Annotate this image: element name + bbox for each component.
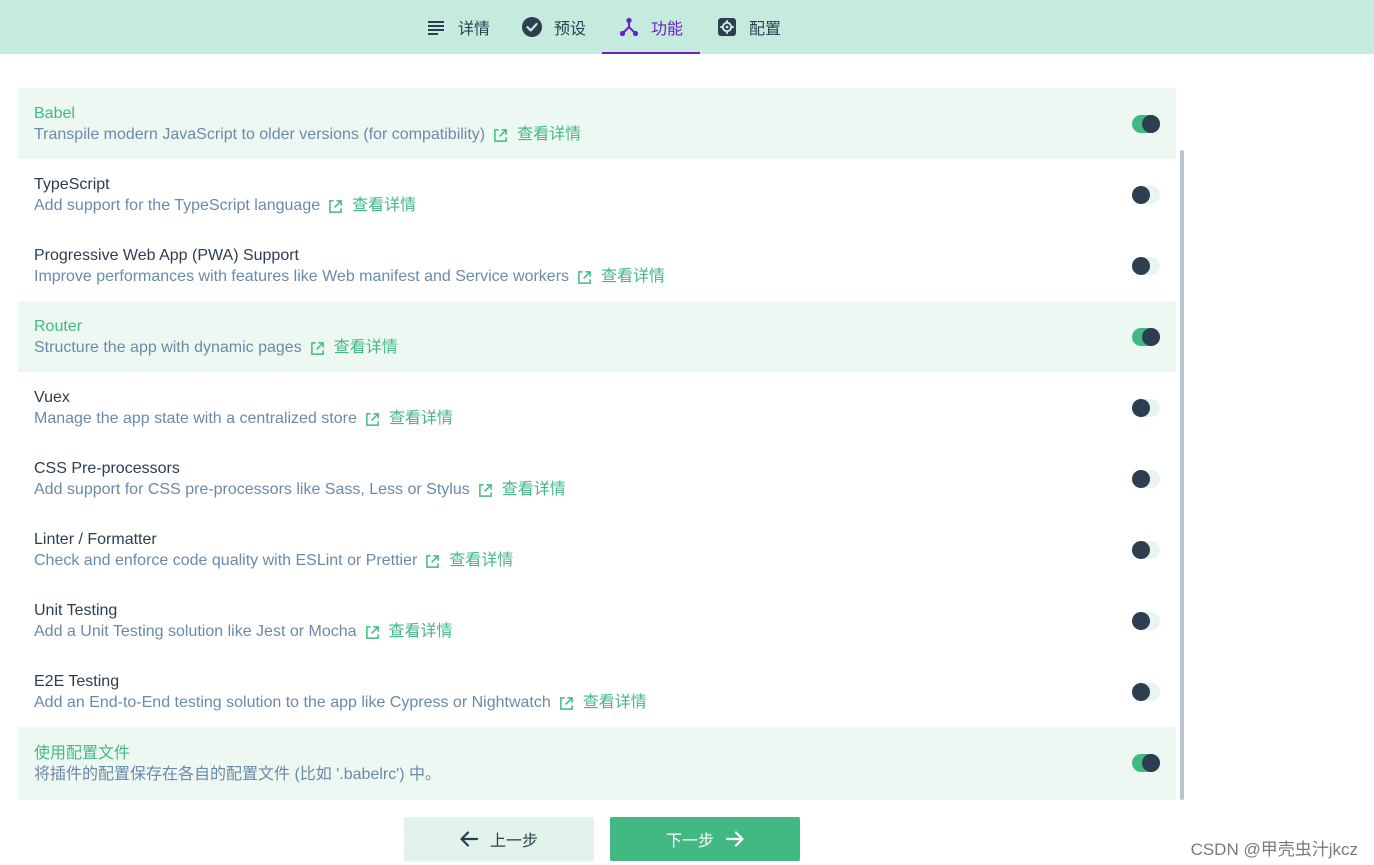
more-info-label: 查看详情: [333, 339, 398, 356]
fork-icon: [619, 17, 639, 37]
feature-toggle[interactable]: [1132, 115, 1160, 133]
feature-name: Router: [34, 318, 83, 335]
feature-name: TypeScript: [34, 176, 110, 193]
scrollbar[interactable]: [1180, 150, 1184, 800]
feature-name: Progressive Web App (PWA) Support: [34, 247, 299, 264]
previous-step-label: 上一步: [489, 833, 538, 850]
more-info-label: 查看详情: [388, 410, 453, 427]
tab-label: 配置: [748, 21, 781, 38]
more-info-label: 查看详情: [601, 268, 666, 285]
feature-name: Linter / Formatter: [34, 531, 157, 548]
tab-config[interactable]: 配置: [700, 0, 798, 54]
feature-name: Babel: [34, 105, 75, 122]
more-info-link[interactable]: 查看详情: [365, 409, 453, 429]
tab-label: 功能: [650, 21, 683, 38]
feature-item-vuex[interactable]: Vuex Manage the app state with a central…: [18, 372, 1176, 443]
feature-toggle[interactable]: [1132, 612, 1160, 630]
feature-name: E2E Testing: [34, 673, 120, 690]
config-file-toggle[interactable]: [1132, 754, 1160, 772]
external-link-icon: [329, 199, 342, 213]
toggle-knob: [1132, 399, 1150, 417]
next-step-label: 下一步: [665, 833, 714, 850]
feature-toggle[interactable]: [1132, 683, 1160, 701]
feature-item-css-preprocessors[interactable]: CSS Pre-processors Add support for CSS p…: [18, 443, 1176, 514]
watermark: CSDN @甲壳虫汁jkcz: [1190, 840, 1358, 859]
feature-list: Babel Transpile modern JavaScript to old…: [18, 88, 1176, 800]
feature-name: Unit Testing: [34, 602, 118, 619]
external-link-icon: [426, 554, 440, 568]
toggle-knob: [1142, 328, 1160, 346]
arrow-left-icon: [460, 831, 478, 847]
external-link-icon: [365, 625, 379, 639]
toggle-knob: [1132, 470, 1150, 488]
external-link-icon: [365, 412, 379, 426]
feature-toggle[interactable]: [1132, 328, 1160, 346]
more-info-label: 查看详情: [501, 481, 566, 498]
next-step-button[interactable]: 下一步: [610, 817, 800, 861]
check-circle-icon: [521, 17, 542, 37]
feature-item-typescript[interactable]: TypeScript Add support for the TypeScrip…: [18, 159, 1176, 230]
more-info-link[interactable]: 查看详情: [577, 267, 665, 287]
tab-features[interactable]: 功能: [602, 0, 700, 54]
top-tab-bar: 详情 预设 功能 配置: [0, 0, 1374, 54]
feature-description: Structure the app with dynamic pages: [34, 339, 302, 356]
more-info-link[interactable]: 查看详情: [425, 551, 513, 571]
feature-item-babel[interactable]: Babel Transpile modern JavaScript to old…: [18, 88, 1176, 159]
feature-description: Add a Unit Testing solution like Jest or…: [34, 623, 357, 640]
more-info-link[interactable]: 查看详情: [310, 338, 398, 358]
feature-item-pwa[interactable]: Progressive Web App (PWA) Support Improv…: [18, 230, 1176, 301]
feature-item-router[interactable]: Router Structure the app with dynamic pa…: [18, 301, 1176, 372]
feature-item-unit-testing[interactable]: Unit Testing Add a Unit Testing solution…: [18, 585, 1176, 656]
feature-name: CSS Pre-processors: [34, 460, 180, 477]
external-link-icon: [578, 270, 591, 284]
feature-item-e2e-testing[interactable]: E2E Testing Add an End-to-End testing so…: [18, 656, 1176, 727]
feature-name: Vuex: [34, 389, 70, 406]
external-link-icon: [310, 341, 324, 355]
external-link-icon: [478, 483, 492, 497]
more-info-link[interactable]: 查看详情: [478, 480, 566, 500]
feature-toggle[interactable]: [1132, 186, 1160, 204]
toggle-knob: [1142, 754, 1160, 772]
feature-description: Improve performances with features like …: [34, 268, 570, 285]
feature-description: Add support for CSS pre-processors like …: [34, 481, 470, 498]
tab-label: 预设: [553, 21, 586, 38]
arrow-right-icon: [726, 831, 744, 847]
previous-step-button[interactable]: 上一步: [404, 817, 594, 861]
feature-description: Add an End-to-End testing solution to th…: [34, 694, 551, 711]
feature-item-linter[interactable]: Linter / Formatter Check and enforce cod…: [18, 514, 1176, 585]
more-info-label: 查看详情: [517, 126, 582, 143]
tab-presets[interactable]: 预设: [506, 0, 602, 54]
config-file-name: 使用配置文件: [34, 745, 131, 762]
more-info-label: 查看详情: [582, 694, 647, 711]
toggle-knob: [1132, 257, 1150, 275]
more-info-link[interactable]: 查看详情: [493, 125, 581, 145]
toggle-knob: [1132, 612, 1150, 630]
config-file-description: 将插件的配置保存在各自的配置文件 (比如 '.babelrc') 中。: [34, 766, 442, 783]
more-info-link[interactable]: 查看详情: [559, 693, 647, 713]
more-info-label: 查看详情: [449, 552, 514, 569]
feature-description: Check and enforce code quality with ESLi…: [34, 552, 418, 569]
external-link-icon: [494, 128, 508, 142]
toggle-knob: [1132, 541, 1150, 559]
more-info-link[interactable]: 查看详情: [365, 622, 453, 642]
config-file-option[interactable]: 使用配置文件 将插件的配置保存在各自的配置文件 (比如 '.babelrc') …: [18, 727, 1176, 800]
toggle-knob: [1132, 683, 1150, 701]
tab-details[interactable]: 详情: [410, 0, 506, 54]
feature-toggle[interactable]: [1132, 257, 1160, 275]
toggle-knob: [1132, 186, 1150, 204]
feature-description: Add support for the TypeScript language: [34, 197, 321, 214]
more-info-label: 查看详情: [388, 623, 453, 640]
tab-label: 详情: [457, 21, 490, 38]
more-info-label: 查看详情: [352, 197, 417, 214]
feature-toggle[interactable]: [1132, 399, 1160, 417]
gear-icon: [717, 17, 737, 37]
toggle-knob: [1142, 115, 1160, 133]
feature-description: Manage the app state with a centralized …: [34, 410, 357, 427]
list-icon: [426, 17, 446, 37]
feature-toggle[interactable]: [1132, 470, 1160, 488]
external-link-icon: [559, 696, 573, 710]
feature-toggle[interactable]: [1132, 541, 1160, 559]
feature-description: Transpile modern JavaScript to older ver…: [34, 126, 486, 143]
more-info-link[interactable]: 查看详情: [328, 196, 416, 216]
